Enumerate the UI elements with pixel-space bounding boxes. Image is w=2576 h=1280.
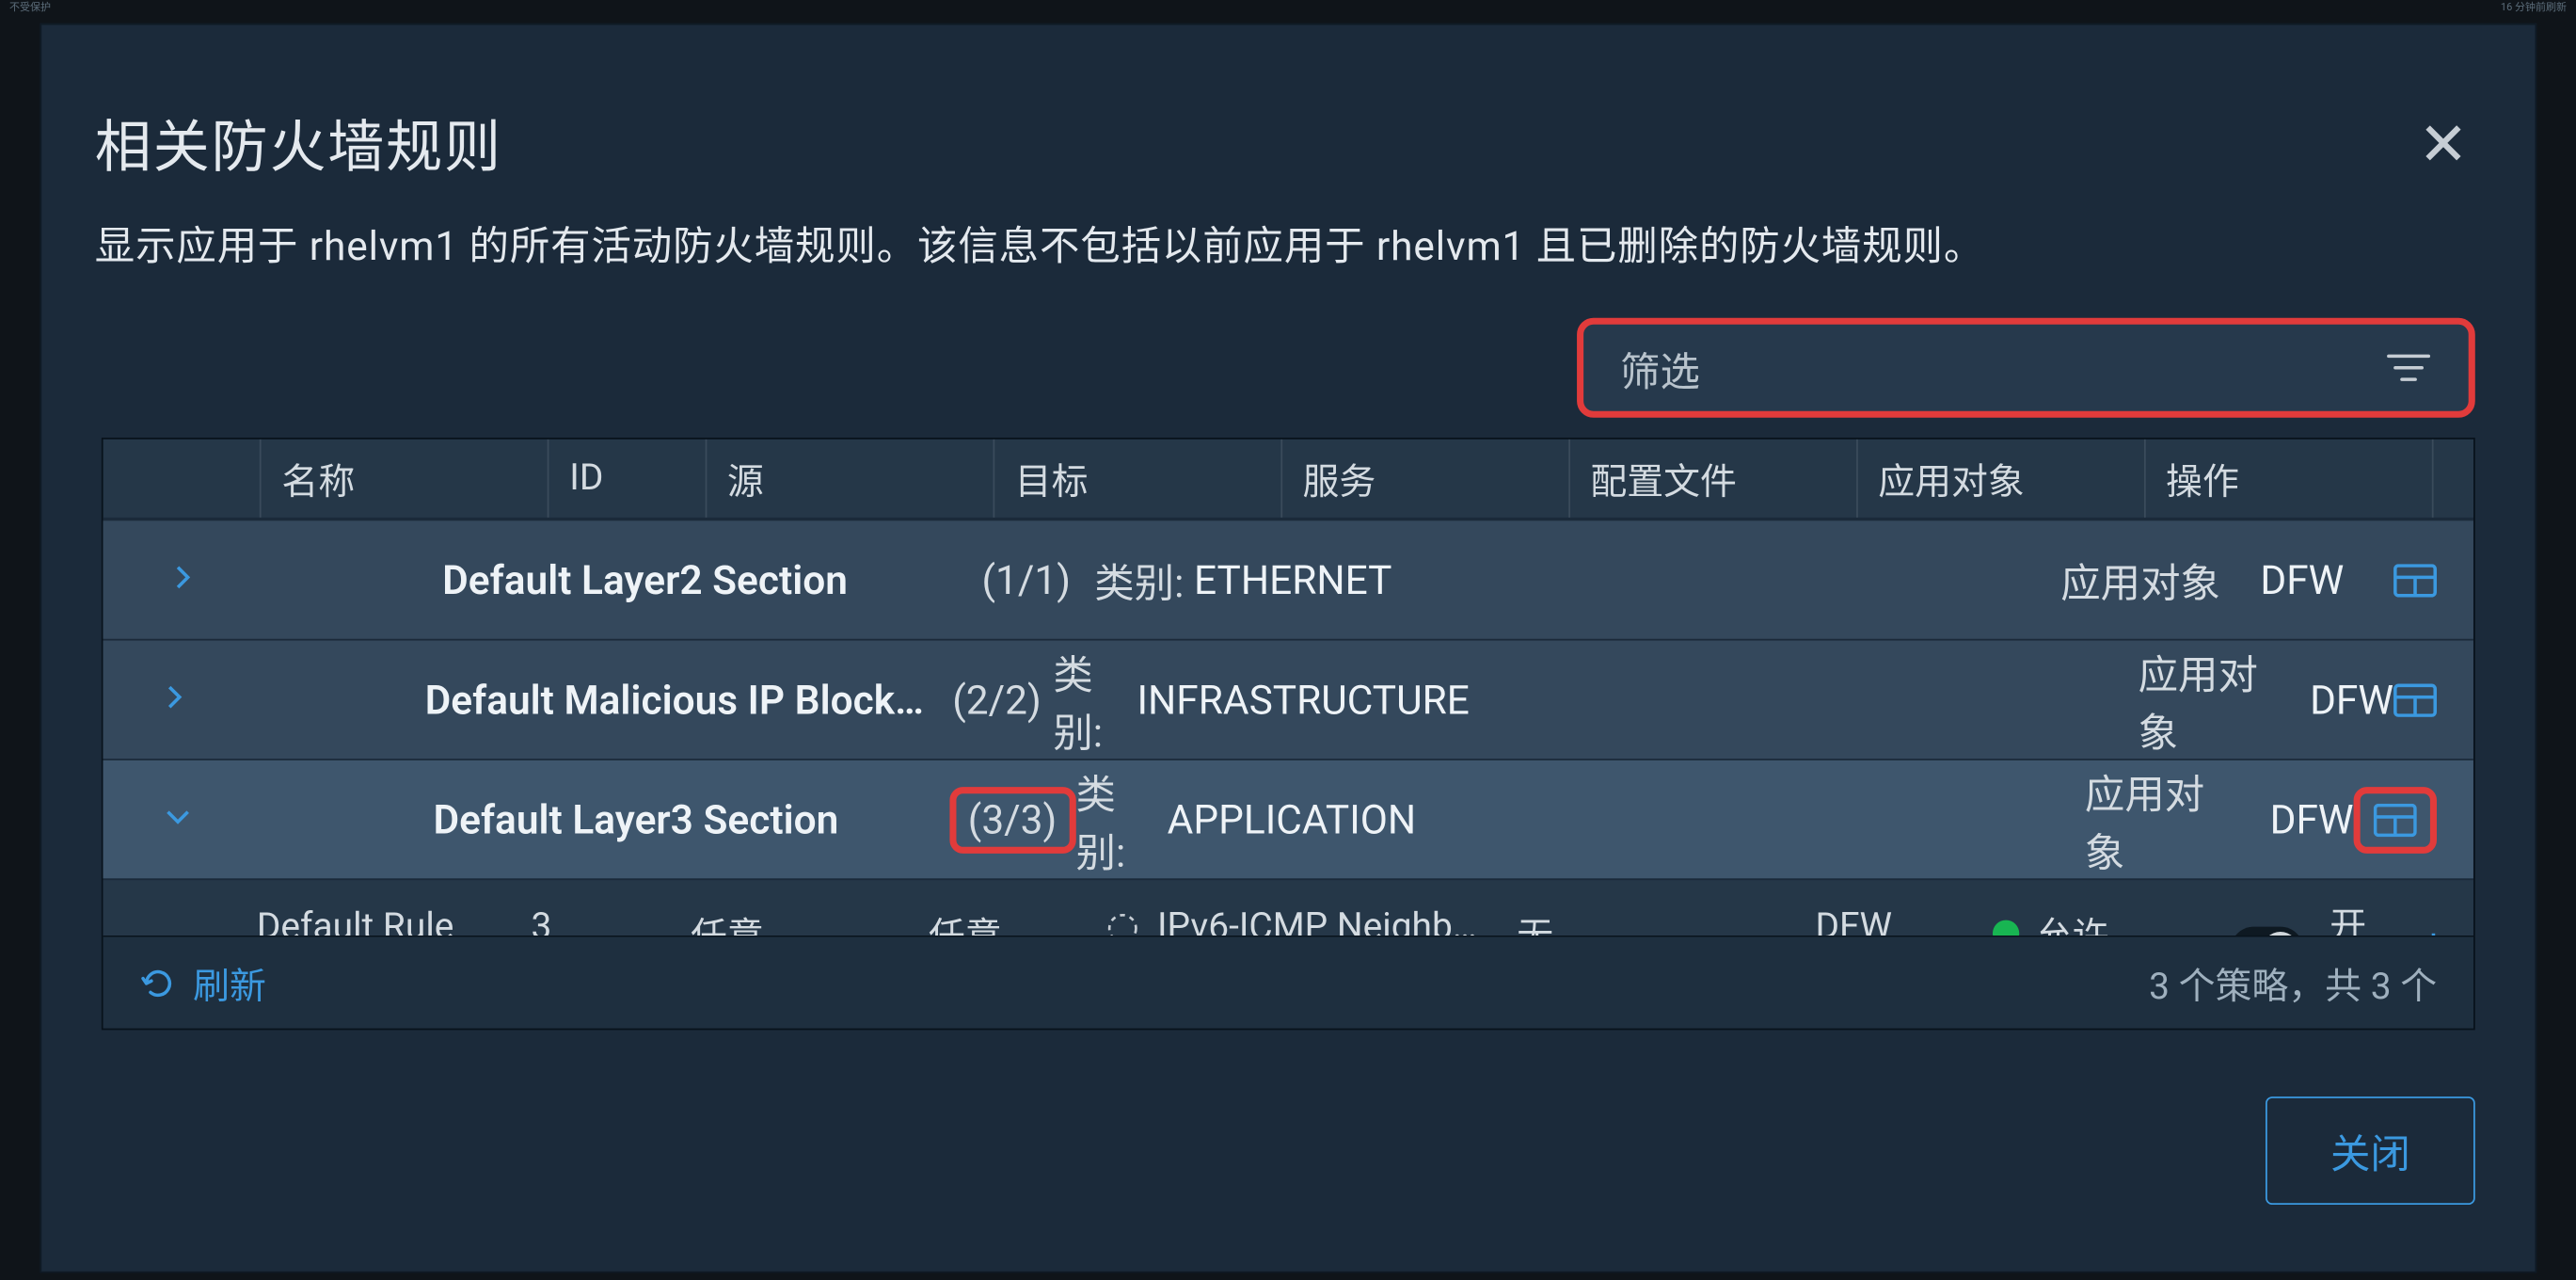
refresh-icon <box>140 965 177 1001</box>
section-apply-label: 应用对象 <box>2139 642 2270 759</box>
section-row[interactable]: Default Malicious IP Block… (2/2) 类别: IN… <box>103 639 2473 759</box>
rule-scope: DFW <box>1735 907 1973 936</box>
allow-status-icon <box>1993 920 2019 936</box>
rule-action: 允许 <box>1973 907 2211 936</box>
refresh-button[interactable]: 刷新 <box>140 956 266 1010</box>
chevron-down-icon[interactable] <box>133 799 223 840</box>
section-category-label: 类别: <box>1076 761 1157 878</box>
close-icon[interactable]: ✕ <box>2418 115 2468 175</box>
section-row[interactable]: Default Layer2 Section (1/1) 类别: ETHERNE… <box>103 520 2473 639</box>
section-apply-label: 应用对象 <box>2085 761 2230 878</box>
filter-icon <box>2385 351 2432 384</box>
rules-table: 名称 ID 源 目标 服务 配置文件 应用对象 操作 Default Layer… <box>102 438 2475 1030</box>
rule-enable-toggle[interactable] <box>2231 927 2303 935</box>
section-category-label: 类别: <box>1094 551 1184 609</box>
rule-profile: 无 <box>1497 907 1735 936</box>
filter-input[interactable]: 筛选 <box>1577 318 2475 418</box>
col-misc <box>2432 440 2473 518</box>
close-button[interactable]: 关闭 <box>2266 1096 2475 1205</box>
table-header-row: 名称 ID 源 目标 服务 配置文件 应用对象 操作 <box>103 440 2473 520</box>
footer-summary: 3 个策略，共 3 个 <box>2149 956 2437 1010</box>
col-toggle <box>103 440 261 518</box>
section-category-value: ETHERNET <box>1194 556 1392 603</box>
section-apply-value: DFW <box>2260 556 2344 603</box>
section-count: (3/3) <box>949 786 1076 853</box>
col-service: 服务 <box>1281 440 1569 518</box>
modal-subtitle: 显示应用于 rhelvm1 的所有活动防火墙规则。该信息不包括以前应用于 rhe… <box>41 213 2535 317</box>
service-icon <box>1105 909 1141 935</box>
filter-row: 筛选 <box>41 318 2535 438</box>
col-action: 操作 <box>2144 440 2432 518</box>
modal-header: 相关防火墙规则 ✕ <box>41 25 2535 214</box>
col-name: 名称 <box>260 440 548 518</box>
section-category-value: INFRASTRUCTURE <box>1137 677 1470 724</box>
section-row[interactable]: Default Layer3 Section (3/3) 类别: APPLICA… <box>103 759 2473 878</box>
section-settings-icon[interactable] <box>2354 786 2437 853</box>
col-profile: 配置文件 <box>1568 440 1856 518</box>
rule-services: IPv6-ICMP Neighb… IPv6-ICMP Neighb… <box>1084 907 1497 936</box>
col-destination: 目标 <box>994 440 1281 518</box>
col-id: ID <box>548 440 706 518</box>
firewall-rules-modal: 相关防火墙规则 ✕ 显示应用于 rhelvm1 的所有活动防火墙规则。该信息不包… <box>40 24 2536 1273</box>
section-name: Default Layer3 Section <box>434 796 949 843</box>
table-footer: 刷新 3 个策略，共 3 个 <box>103 936 2473 1029</box>
table-body: Default Layer2 Section (1/1) 类别: ETHERNE… <box>103 520 2473 936</box>
section-count: (2/2) <box>941 677 1054 724</box>
filter-placeholder: 筛选 <box>1620 339 1700 397</box>
section-apply-value: DFW <box>2310 677 2393 724</box>
rule-name: Default Rule NDP <box>237 907 475 936</box>
col-source: 源 <box>706 440 994 518</box>
modal-footer: 关闭 <box>41 1030 2535 1271</box>
chevron-right-icon[interactable] <box>133 559 232 600</box>
rule-toggle-label: 开启 <box>2330 907 2387 936</box>
section-apply-label: 应用对象 <box>2060 551 2220 609</box>
rule-id: 3 <box>475 907 609 936</box>
section-apply-value: DFW <box>2270 796 2354 843</box>
modal-title: 相关防火墙规则 <box>95 102 502 184</box>
col-scope: 应用对象 <box>1856 440 2144 518</box>
rule-destination: 任意 <box>846 907 1084 936</box>
section-settings-icon[interactable] <box>2393 683 2437 716</box>
section-name: Default Layer2 Section <box>442 556 958 603</box>
section-name: Default Malicious IP Block… <box>425 677 941 724</box>
section-settings-icon[interactable] <box>2393 563 2437 596</box>
rule-source: 任意 <box>609 907 847 936</box>
section-category-label: 类别: <box>1053 642 1127 759</box>
section-category-value: APPLICATION <box>1168 796 1417 843</box>
section-count: (1/1) <box>958 556 1094 603</box>
service-item[interactable]: IPv6-ICMP Neighb… <box>1105 907 1477 936</box>
rule-row: Default Rule NDP 3 任意 任意 IPv6-ICMP Neigh… <box>103 879 2473 936</box>
chevron-right-icon[interactable] <box>133 679 215 720</box>
